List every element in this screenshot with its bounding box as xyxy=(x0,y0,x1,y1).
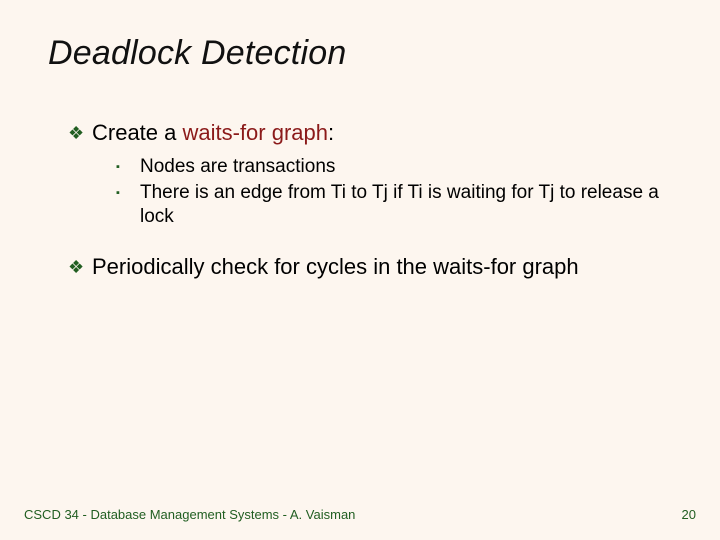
slide-title: Deadlock Detection xyxy=(48,34,672,73)
diamond-bullet-icon: ❖ xyxy=(68,119,92,147)
square-bullet-icon: ▪ xyxy=(116,181,140,205)
bullet-item: ❖ Create a waits-for graph: ▪ Nodes are … xyxy=(68,119,672,229)
bullet-prefix: Periodically check for cycles in the wai… xyxy=(92,254,579,279)
bullet-suffix: : xyxy=(328,120,334,145)
slide: Deadlock Detection ❖ Create a waits-for … xyxy=(0,0,720,540)
bullet-text: Periodically check for cycles in the wai… xyxy=(92,253,579,281)
sub-bullet-item: ▪ Nodes are transactions xyxy=(116,155,672,179)
diamond-bullet-icon: ❖ xyxy=(68,253,92,281)
footer-page-number: 20 xyxy=(682,507,696,522)
sub-bullet-list: ▪ Nodes are transactions ▪ There is an e… xyxy=(116,155,672,229)
sub-bullet-item: ▪ There is an edge from Ti to Tj if Ti i… xyxy=(116,181,672,229)
bullet-row: ❖ Periodically check for cycles in the w… xyxy=(68,253,672,281)
footer-left: CSCD 34 - Database Management Systems - … xyxy=(24,507,355,522)
bullet-emphasis: waits-for graph xyxy=(183,120,329,145)
slide-footer: CSCD 34 - Database Management Systems - … xyxy=(24,507,696,522)
sub-bullet-text: There is an edge from Ti to Tj if Ti is … xyxy=(140,181,672,229)
bullet-text: Create a waits-for graph: xyxy=(92,119,334,147)
sub-bullet-text: Nodes are transactions xyxy=(140,155,335,179)
bullet-item: ❖ Periodically check for cycles in the w… xyxy=(68,253,672,281)
square-bullet-icon: ▪ xyxy=(116,155,140,179)
bullet-prefix: Create a xyxy=(92,120,183,145)
bullet-row: ❖ Create a waits-for graph: xyxy=(68,119,672,147)
